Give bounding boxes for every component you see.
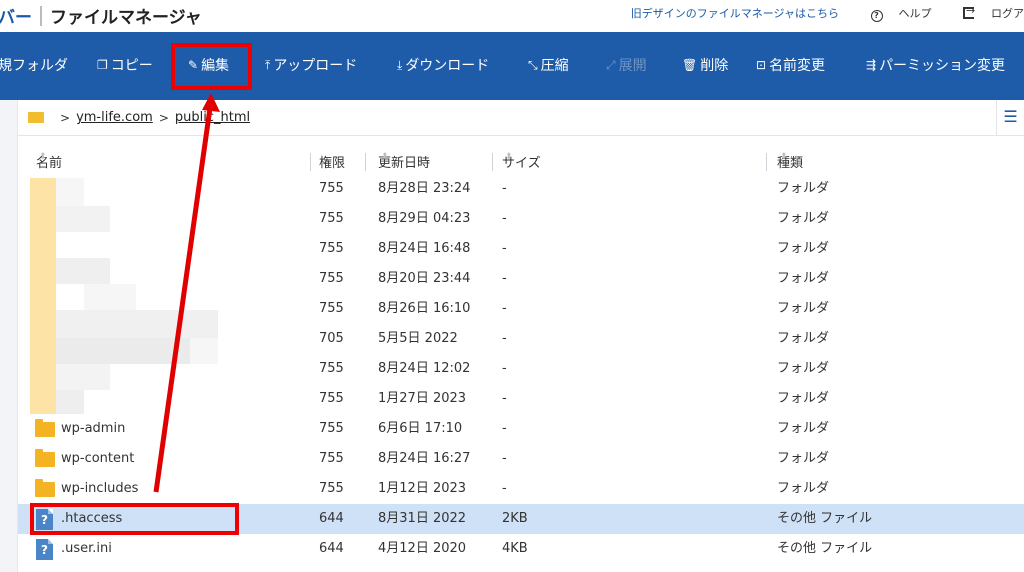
annotation-arrow (153, 93, 220, 493)
